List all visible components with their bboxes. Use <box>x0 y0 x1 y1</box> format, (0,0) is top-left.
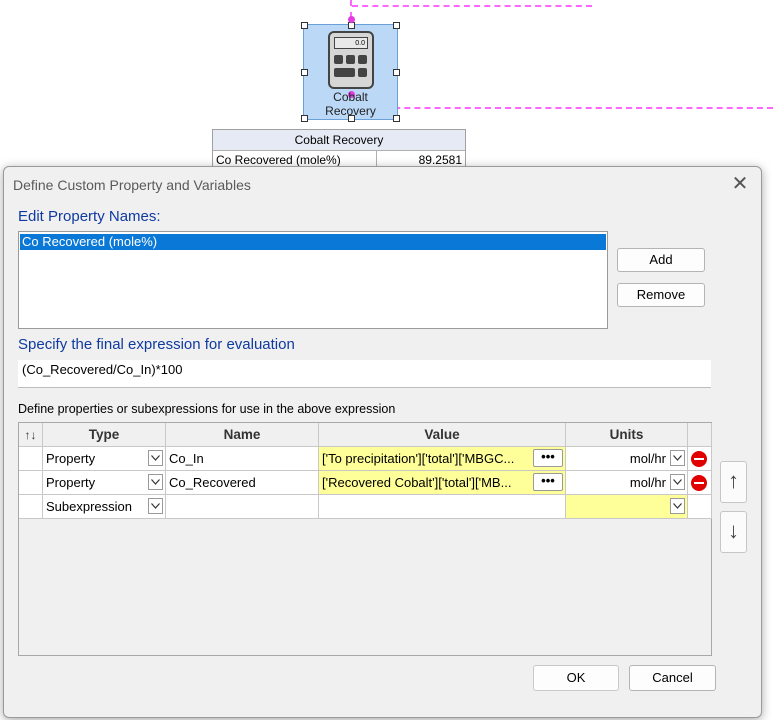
type-header: Type <box>43 423 166 447</box>
add-button[interactable]: Add <box>617 248 705 272</box>
close-icon[interactable]: ✕ <box>729 173 751 195</box>
name-input[interactable]: Co_In <box>166 447 319 471</box>
grid-header: ↑↓ Type Name Value Units <box>19 423 713 447</box>
delete-row-icon[interactable] <box>691 475 707 491</box>
remove-button[interactable]: Remove <box>617 283 705 307</box>
cancel-button[interactable]: Cancel <box>629 665 716 691</box>
row-selector[interactable] <box>19 447 43 471</box>
chevron-down-icon[interactable] <box>670 498 685 514</box>
name-value: Co_Recovered <box>169 475 256 490</box>
value-text: ['To precipitation']['total']['MBGC... <box>322 451 515 466</box>
property-names-list[interactable]: Co Recovered (mole%) <box>18 231 608 329</box>
chevron-down-icon[interactable] <box>670 450 685 466</box>
calculator-icon: 0.0 <box>328 31 374 89</box>
units-value: mol/hr <box>629 475 666 490</box>
type-select[interactable]: Property <box>43 471 166 495</box>
name-header: Name <box>166 423 319 447</box>
unit-label-line2: Recovery <box>325 104 376 118</box>
value-input[interactable]: ['Recovered Cobalt']['total']['MB... ••• <box>319 471 566 495</box>
units-header: Units <box>566 423 688 447</box>
name-value: Co_In <box>169 451 204 466</box>
table-row: Subexpression <box>19 495 713 519</box>
resize-handle[interactable] <box>301 22 308 29</box>
subexpression-label: Define properties or subexpressions for … <box>18 402 396 416</box>
unit-op-cobalt-recovery[interactable]: 0.0 Cobalt Recovery <box>301 16 400 122</box>
table-row: Property Co_Recovered ['Recovered Cobalt… <box>19 471 713 495</box>
delete-cell <box>688 495 712 519</box>
units-select[interactable] <box>566 495 688 519</box>
delete-cell <box>688 471 712 495</box>
resize-handle[interactable] <box>393 69 400 76</box>
resize-handle[interactable] <box>393 22 400 29</box>
value-header: Value <box>319 423 566 447</box>
name-input[interactable]: Co_Recovered <box>166 471 319 495</box>
dialog-title: Define Custom Property and Variables <box>13 177 251 193</box>
type-value: Subexpression <box>46 499 132 514</box>
calculator-display: 0.0 <box>334 37 368 49</box>
sort-header[interactable]: ↑↓ <box>19 423 43 447</box>
value-input[interactable]: ['To precipitation']['total']['MBGC... •… <box>319 447 566 471</box>
edit-names-heading: Edit Property Names: <box>18 208 161 225</box>
units-value: mol/hr <box>629 451 666 466</box>
type-select[interactable]: Property <box>43 447 166 471</box>
chevron-down-icon[interactable] <box>148 474 163 490</box>
type-select[interactable]: Subexpression <box>43 495 166 519</box>
unit-label-line1: Cobalt <box>333 90 368 104</box>
move-down-button[interactable]: ↓ <box>720 511 747 553</box>
move-up-button[interactable]: ↑ <box>720 461 747 503</box>
type-value: Property <box>46 475 96 490</box>
inlet-port[interactable] <box>348 16 355 23</box>
browse-button[interactable]: ••• <box>533 449 563 467</box>
flowsheet-canvas[interactable]: 0.0 Cobalt Recovery Cobalt Recovery Co R… <box>0 0 773 170</box>
resize-handle[interactable] <box>348 22 355 29</box>
row-selector[interactable] <box>19 495 43 519</box>
property-table-title: Cobalt Recovery <box>213 130 465 151</box>
table-row: Property Co_In ['To precipitation']['tot… <box>19 447 713 471</box>
action-header <box>688 423 712 447</box>
custom-property-dialog: Define Custom Property and Variables ✕ E… <box>3 166 762 718</box>
name-input[interactable] <box>166 495 319 519</box>
browse-button[interactable]: ••• <box>533 473 563 491</box>
delete-row-icon[interactable] <box>691 451 707 467</box>
delete-cell <box>688 447 712 471</box>
units-select[interactable]: mol/hr <box>566 447 688 471</box>
ok-button[interactable]: OK <box>533 665 619 691</box>
row-selector[interactable] <box>19 471 43 495</box>
connector-line-top <box>352 5 592 7</box>
chevron-down-icon[interactable] <box>148 498 163 514</box>
property-table[interactable]: Cobalt Recovery Co Recovered (mole%) 89.… <box>212 129 466 170</box>
expression-heading: Specify the final expression for evaluat… <box>18 336 295 353</box>
resize-handle[interactable] <box>301 69 308 76</box>
chevron-down-icon[interactable] <box>670 474 685 490</box>
list-item[interactable]: Co Recovered (mole%) <box>20 234 606 250</box>
type-value: Property <box>46 451 96 466</box>
units-select[interactable]: mol/hr <box>566 471 688 495</box>
chevron-down-icon[interactable] <box>148 450 163 466</box>
variables-grid[interactable]: ↑↓ Type Name Value Units Property Co_In … <box>18 422 712 656</box>
expression-input[interactable]: (Co_Recovered/Co_In)*100 <box>18 360 711 388</box>
connector-line-right <box>354 107 773 109</box>
value-input[interactable] <box>319 495 566 519</box>
value-text: ['Recovered Cobalt']['total']['MB... <box>322 475 512 490</box>
